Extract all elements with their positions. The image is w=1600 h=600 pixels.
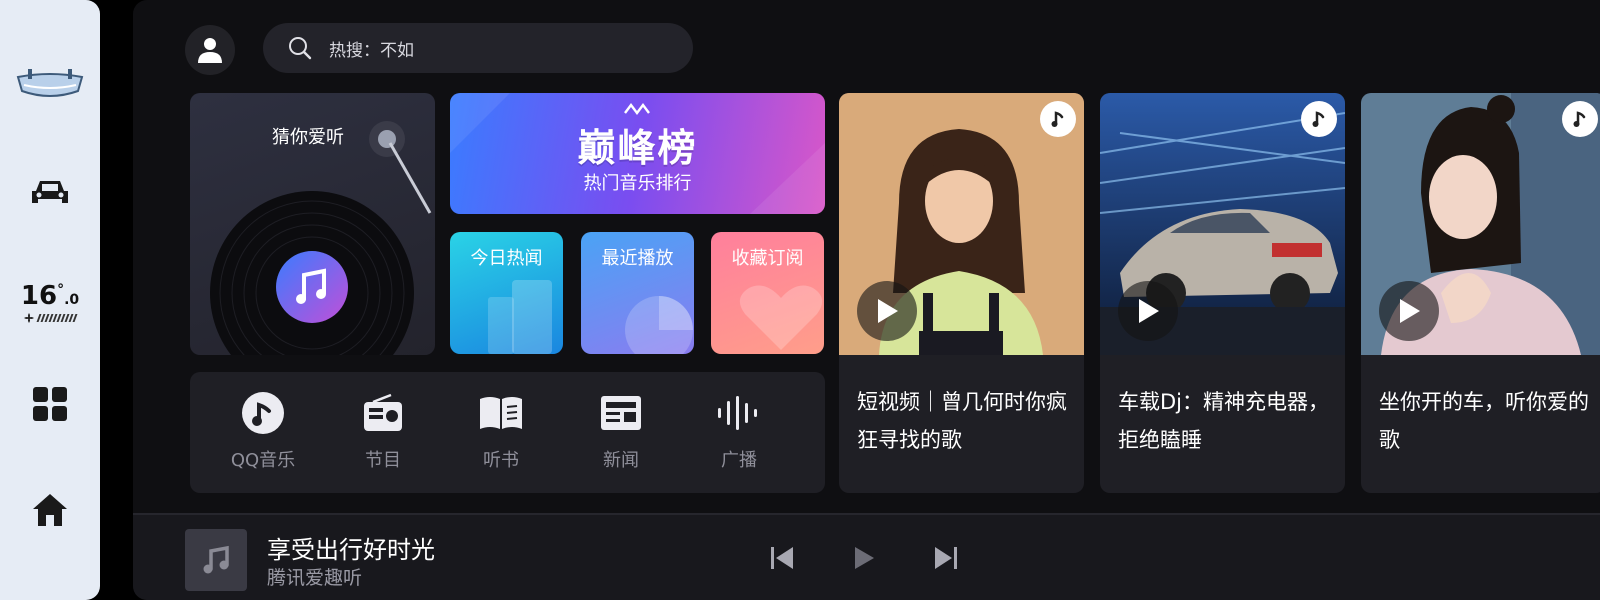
apps-grid-icon[interactable] (0, 384, 100, 424)
category-audiobooks[interactable]: 听书 (456, 390, 546, 472)
play-icon (855, 547, 874, 569)
playlist-card[interactable]: 短视频｜曾几何时你疯狂寻找的歌 (839, 93, 1084, 493)
temperature-readout: 16°.0 (20, 281, 80, 311)
category-news[interactable]: 新闻 (576, 390, 666, 472)
playlist-title: 车载Dj：精神充电器，拒绝瞌睡 (1118, 390, 1330, 452)
play-icon (1139, 299, 1159, 323)
main-panel: 热搜：不如 猜你爱听 巅峰榜 热门音乐排行 今日热闻 最近播放 收藏订阅 QQ音… (133, 0, 1600, 600)
qq-music-badge-icon (1040, 101, 1076, 137)
temperature-control[interactable]: 16°.0 (0, 278, 100, 328)
shortcut-favorites[interactable]: 收藏订阅 (711, 232, 824, 354)
shortcut-recent-play[interactable]: 最近播放 (581, 232, 694, 354)
playlist-card[interactable]: 坐你开的车，听你爱的歌 (1361, 93, 1600, 493)
shortcut-label: 今日热闻 (470, 248, 543, 269)
skip-previous-icon (771, 547, 793, 569)
book-icon (480, 397, 522, 429)
home-icon[interactable] (0, 490, 100, 530)
shortcut-today-news[interactable]: 今日热闻 (450, 232, 563, 354)
guess-you-like-tile[interactable]: 猜你爱听 (190, 93, 435, 355)
category-label: QQ音乐 (230, 450, 296, 471)
broadcast-icon (718, 396, 757, 430)
user-icon (198, 38, 222, 63)
search-icon (289, 37, 312, 60)
user-avatar[interactable] (185, 25, 235, 75)
next-button[interactable] (929, 541, 963, 575)
shortcut-label: 收藏订阅 (731, 248, 804, 269)
qq-music-badge-icon (1301, 101, 1337, 137)
left-dock: 16°.0 (0, 0, 100, 600)
category-programs[interactable]: 节目 (338, 390, 428, 472)
search-hot-text: 热搜：不如 (329, 40, 414, 61)
search-bar[interactable]: 热搜：不如 (263, 23, 693, 73)
category-label: 听书 (483, 450, 519, 471)
playlist-title: 短视频｜曾几何时你疯狂寻找的歌 (857, 390, 1067, 452)
shortcut-label: 最近播放 (601, 248, 674, 269)
qq-music-badge-icon (1562, 101, 1598, 137)
peak-chart-subtitle: 热门音乐排行 (583, 173, 692, 194)
car-icon[interactable] (0, 172, 100, 212)
category-label: 节目 (365, 450, 401, 471)
play-button[interactable] (857, 281, 917, 341)
fan-icon (24, 313, 34, 323)
fan-level-bars (36, 314, 78, 322)
category-bar: QQ音乐 节目 听书 新闻 广播 (190, 372, 825, 493)
play-button[interactable] (1379, 281, 1439, 341)
category-qq-music[interactable]: QQ音乐 (218, 390, 308, 472)
vehicle-top-icon[interactable] (0, 62, 100, 104)
now-playing-subtitle: 腾讯爱趣听 (267, 567, 363, 589)
playlist-card[interactable]: 车载Dj：精神充电器，拒绝瞌睡 (1100, 93, 1345, 493)
music-note-icon (203, 545, 229, 574)
qq-music-icon (242, 392, 284, 434)
category-label: 新闻 (603, 450, 639, 471)
category-label: 广播 (721, 450, 757, 471)
play-icon (1400, 299, 1420, 323)
now-playing-cover[interactable] (185, 529, 247, 591)
play-icon (878, 299, 898, 323)
now-playing-title: 享受出行好时光 (267, 536, 435, 564)
playlist-title: 坐你开的车，听你爱的歌 (1379, 390, 1589, 452)
category-broadcast[interactable]: 广播 (694, 390, 784, 472)
news-icon (601, 396, 641, 430)
peak-chart-banner[interactable]: 巅峰榜 热门音乐排行 (450, 93, 825, 214)
now-playing-bar: 享受出行好时光 腾讯爱趣听 (133, 513, 1600, 600)
radio-icon (364, 393, 402, 431)
guess-you-like-title: 猜你爱听 (272, 127, 344, 148)
previous-button[interactable] (765, 541, 799, 575)
play-pause-button[interactable] (847, 541, 881, 575)
peak-chart-logo: 巅峰榜 (577, 126, 698, 170)
skip-next-icon (935, 547, 957, 569)
play-button[interactable] (1118, 281, 1178, 341)
